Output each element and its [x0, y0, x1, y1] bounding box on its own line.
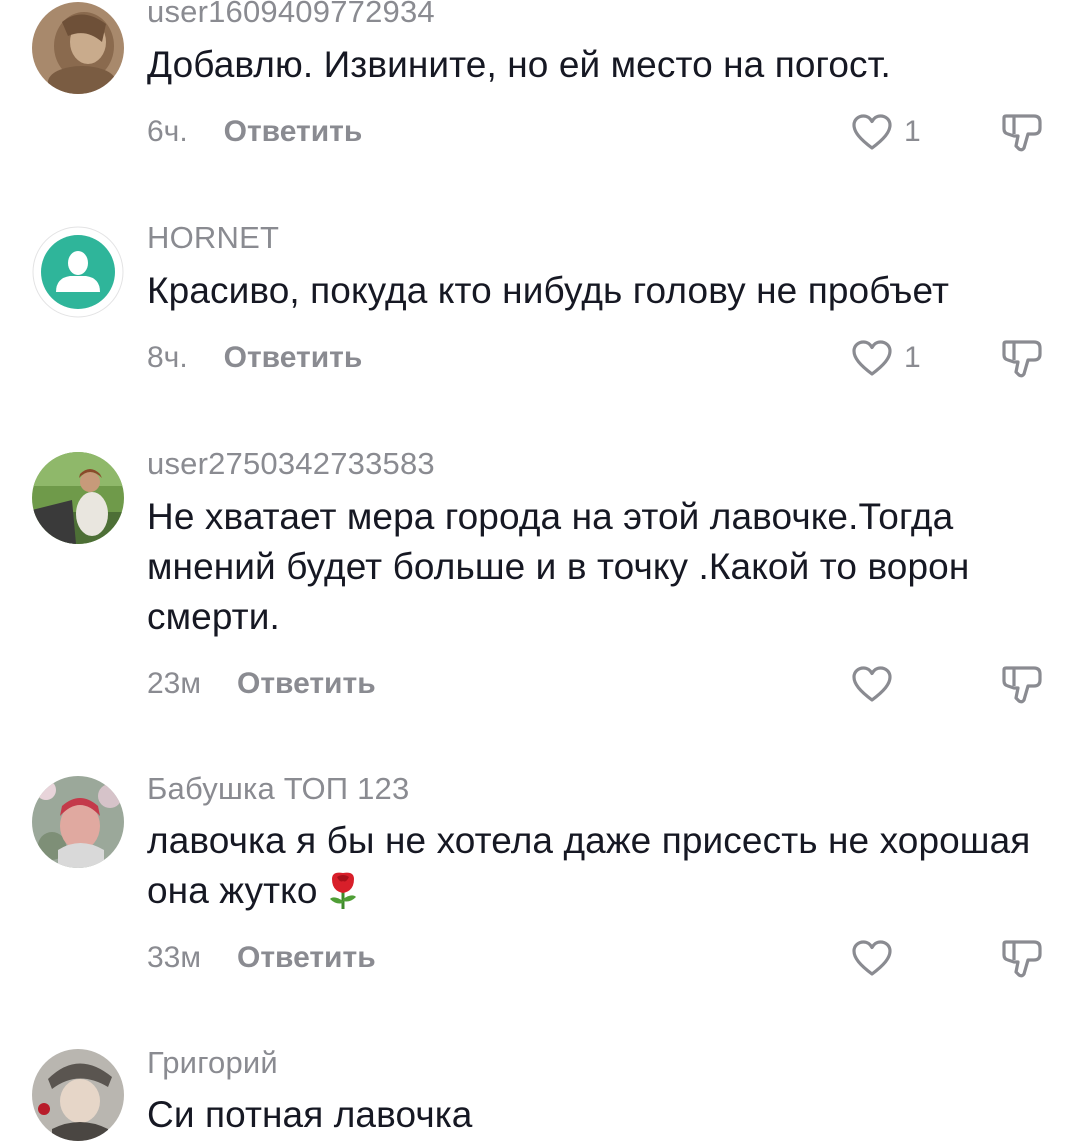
comment-text: Не хватает мера города на этой лавочке.Т…: [147, 496, 970, 637]
thumbs-down-icon: [1000, 662, 1044, 706]
dislike-button[interactable]: [1000, 936, 1044, 980]
like-button[interactable]: [850, 664, 904, 704]
thumbs-down-icon: [1000, 936, 1044, 980]
comment-meta: 8ч. Ответить: [147, 338, 362, 378]
comment-meta: 23м Ответить: [147, 664, 376, 704]
dislike-button[interactable]: [1000, 110, 1044, 154]
like-button[interactable]: 1: [850, 112, 921, 152]
comment-text: Си потная лавочка: [147, 1094, 473, 1135]
comment-username[interactable]: HORNET: [147, 220, 279, 256]
heart-icon: [850, 938, 894, 978]
avatar[interactable]: [32, 776, 124, 868]
like-count: 1: [904, 341, 921, 374]
heart-icon: [850, 338, 894, 378]
avatar[interactable]: [32, 226, 124, 318]
comment-username[interactable]: Григорий: [147, 1045, 278, 1081]
dislike-button[interactable]: [1000, 662, 1044, 706]
comment-username[interactable]: user2750342733583: [147, 446, 435, 482]
comment-text-content: лавочка я бы не хотела даже присесть не …: [147, 820, 1031, 911]
reply-button[interactable]: Ответить: [237, 941, 376, 975]
avatar[interactable]: [32, 452, 124, 544]
like-button[interactable]: [850, 938, 904, 978]
comment-time: 23м: [147, 667, 201, 700]
thumbs-down-icon: [1000, 336, 1044, 380]
heart-icon: [850, 112, 894, 152]
comment-username[interactable]: user1609409772934: [147, 0, 435, 30]
rose-emoji-icon: [324, 869, 362, 922]
like-button[interactable]: 1: [850, 338, 921, 378]
avatar[interactable]: [32, 2, 124, 94]
reply-button[interactable]: Ответить: [237, 667, 376, 701]
comment-username[interactable]: Бабушка ТОП 123: [147, 771, 409, 807]
reply-button[interactable]: Ответить: [224, 115, 363, 149]
heart-icon: [850, 664, 894, 704]
comment-meta: 33м Ответить: [147, 938, 376, 978]
comment-time: 6ч.: [147, 115, 188, 148]
comment-text: Красиво, покуда кто нибудь голову не про…: [147, 270, 949, 311]
avatar[interactable]: [32, 1049, 124, 1141]
comment-meta: 6ч. Ответить: [147, 112, 362, 152]
thumbs-down-icon: [1000, 110, 1044, 154]
reply-button[interactable]: Ответить: [224, 341, 363, 375]
comment-time: 33м: [147, 941, 201, 974]
dislike-button[interactable]: [1000, 336, 1044, 380]
comment-text: Добавлю. Извините, но ей место на погост…: [147, 44, 891, 85]
comment-time: 8ч.: [147, 341, 188, 374]
comment-text: лавочка я бы не хотела даже присесть не …: [147, 816, 1047, 922]
like-count: 1: [904, 115, 921, 148]
